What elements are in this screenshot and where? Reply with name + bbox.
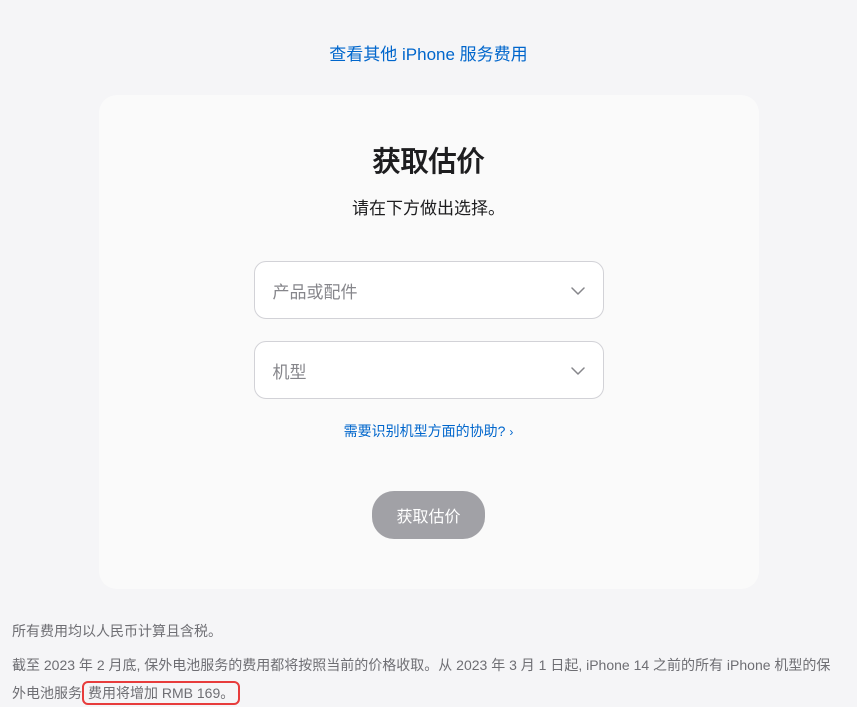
card-subtitle: 请在下方做出选择。	[139, 194, 719, 219]
submit-container: 获取估价	[139, 491, 719, 539]
chevron-right-icon: ›	[509, 425, 513, 439]
footer-text: 所有费用均以人民币计算且含税。 截至 2023 年 2 月底, 保外电池服务的费…	[12, 617, 842, 707]
product-select-placeholder: 产品或配件	[273, 278, 358, 303]
help-link-container: 需要识别机型方面的协助?›	[139, 421, 719, 441]
card-title: 获取估价	[139, 140, 719, 180]
get-estimate-button[interactable]: 获取估价	[372, 491, 484, 539]
other-fees-link[interactable]: 查看其他 iPhone 服务费用	[329, 45, 527, 64]
help-link-text: 需要识别机型方面的协助?	[344, 423, 506, 439]
identify-model-link[interactable]: 需要识别机型方面的协助?›	[344, 423, 514, 439]
footer-line-1: 所有费用均以人民币计算且含税。	[12, 617, 842, 645]
product-select-wrap: 产品或配件	[254, 261, 604, 319]
footer-line-2: 截至 2023 年 2 月底, 保外电池服务的费用都将按照当前的价格收取。从 2…	[12, 651, 842, 707]
model-select-wrap: 机型	[254, 341, 604, 399]
chevron-down-icon	[571, 360, 585, 380]
price-increase-highlight: 费用将增加 RMB 169。	[82, 681, 240, 705]
estimate-card: 获取估价 请在下方做出选择。 产品或配件 机型 需要识别机型方面的协助?› 获取…	[99, 95, 759, 589]
chevron-down-icon	[571, 280, 585, 300]
top-link-container: 查看其他 iPhone 服务费用	[0, 0, 857, 95]
model-select-placeholder: 机型	[273, 358, 307, 383]
product-select[interactable]: 产品或配件	[254, 261, 604, 319]
model-select[interactable]: 机型	[254, 341, 604, 399]
